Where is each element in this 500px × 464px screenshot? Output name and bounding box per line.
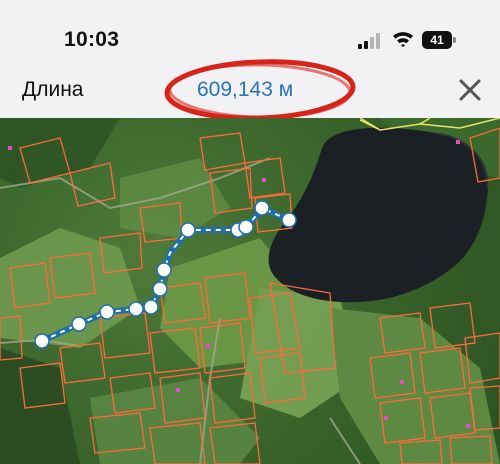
wifi-icon xyxy=(393,32,413,48)
route-waypoint[interactable] xyxy=(281,212,297,228)
route-waypoint[interactable] xyxy=(156,262,172,278)
route-waypoint[interactable] xyxy=(143,299,159,315)
status-time: 10:03 xyxy=(64,28,120,51)
measure-value: 609,143 м xyxy=(197,78,294,101)
measure-header: Длина 609,143 м xyxy=(0,59,500,121)
route-waypoint[interactable] xyxy=(128,301,144,317)
map-area[interactable] xyxy=(0,118,500,464)
route-waypoint[interactable] xyxy=(99,304,115,320)
close-icon xyxy=(459,79,481,101)
close-button[interactable] xyxy=(456,76,484,104)
route-waypoint[interactable] xyxy=(34,333,50,349)
route-waypoint[interactable] xyxy=(254,200,270,216)
route-waypoint[interactable] xyxy=(152,281,168,297)
signal-icon xyxy=(358,33,380,49)
route-waypoint[interactable] xyxy=(180,222,196,238)
battery-level: 41 xyxy=(430,33,444,47)
map-canvas[interactable] xyxy=(0,118,500,464)
route-waypoint[interactable] xyxy=(238,219,254,235)
route-waypoint[interactable] xyxy=(71,316,87,332)
battery-icon: 41 xyxy=(422,31,456,49)
measure-title: Длина xyxy=(22,78,84,101)
lake xyxy=(268,127,489,303)
